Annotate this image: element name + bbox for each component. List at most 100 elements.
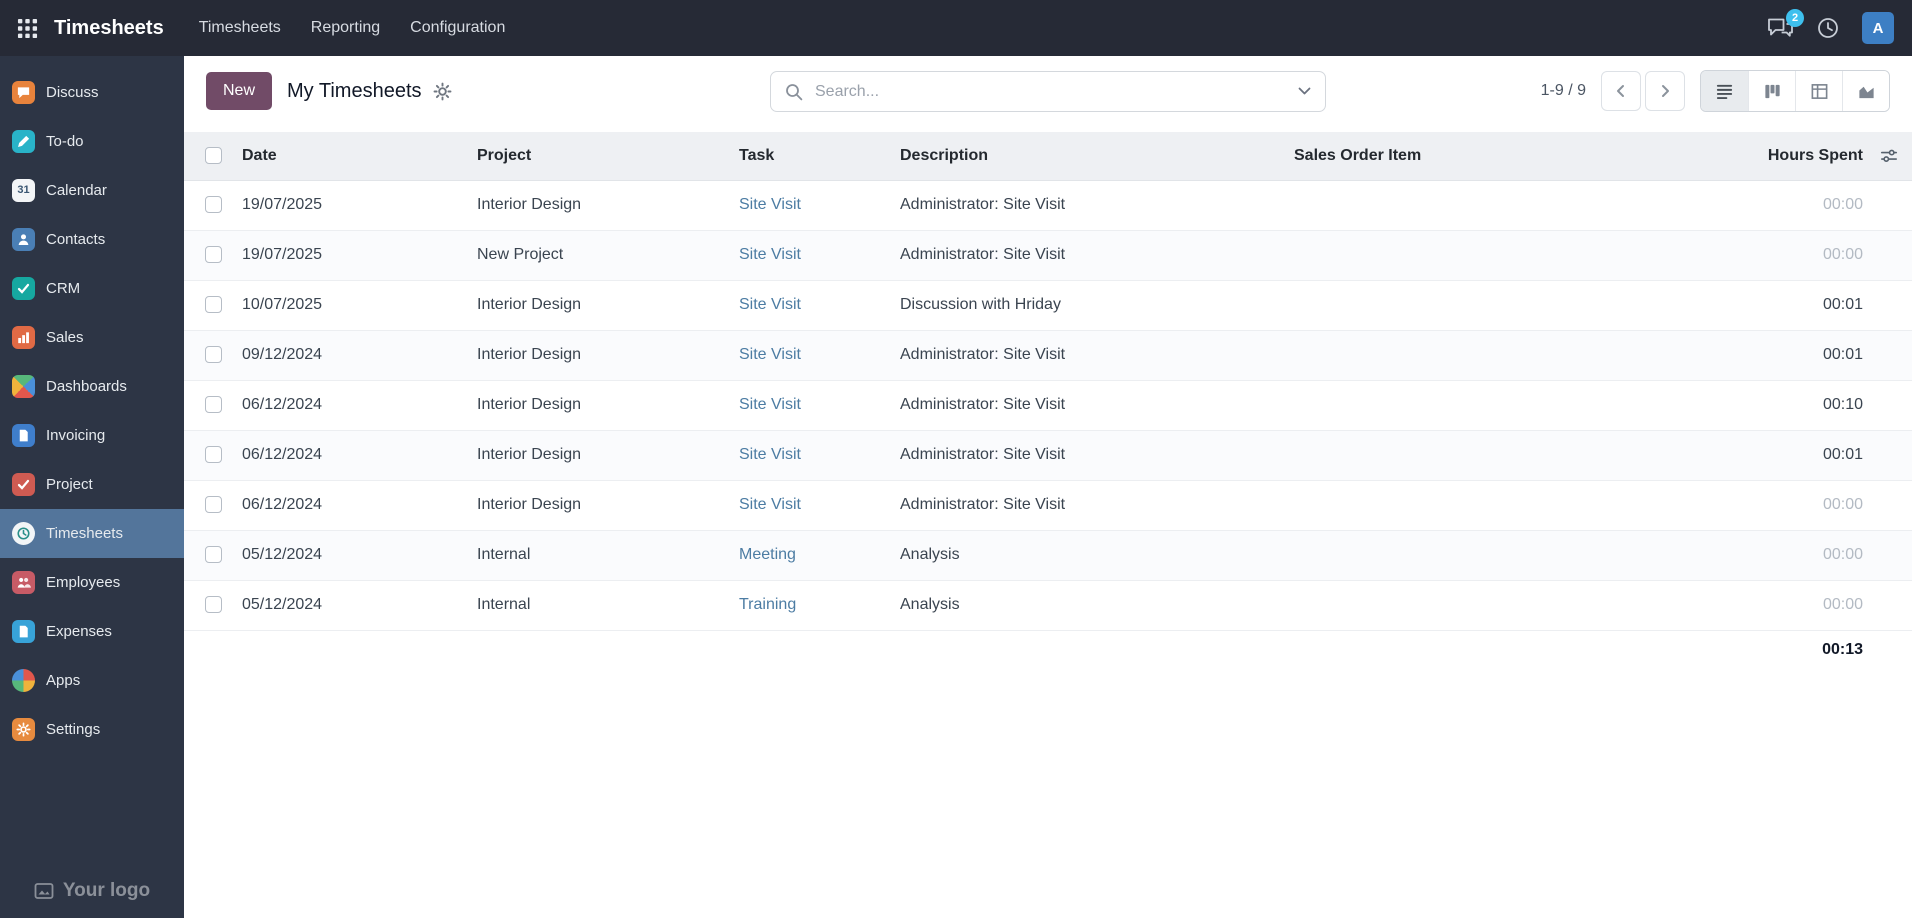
sidebar-item-contacts[interactable]: Contacts: [0, 215, 184, 264]
task-link[interactable]: Site Visit: [739, 196, 801, 213]
table-row[interactable]: 06/12/2024 Interior Design Site Visit Admin…: [184, 430, 1912, 481]
search-dropdown-toggle[interactable]: [1283, 72, 1325, 111]
column-header-sales-order-item[interactable]: Sales Order Item: [1294, 132, 1683, 181]
table-row[interactable]: 09/12/2024 Interior Design Site Visit Admin…: [184, 330, 1912, 381]
cell-description: Administrator: Site Visit: [900, 180, 1294, 231]
table-row[interactable]: 06/12/2024 Interior Design Site Visit Admin…: [184, 480, 1912, 531]
topbar-right: 2 A: [1767, 8, 1912, 44]
task-link[interactable]: Training: [739, 596, 796, 613]
cell-hours: 00:00: [1683, 530, 1873, 581]
cell-end: [1873, 530, 1912, 581]
list-view-icon: [1716, 84, 1733, 99]
cell-sales-order-item: [1294, 580, 1683, 631]
column-header-task[interactable]: Task: [739, 132, 900, 181]
cell-date: 06/12/2024: [242, 430, 477, 481]
cell-sales-order-item: [1294, 280, 1683, 331]
optional-columns-button[interactable]: [1873, 147, 1904, 165]
topnav-item-reporting[interactable]: Reporting: [298, 10, 393, 46]
activities-button[interactable]: [1816, 16, 1840, 40]
grid-icon: [17, 18, 37, 38]
cell-project: Interior Design: [477, 430, 739, 481]
cell-date: 06/12/2024: [242, 380, 477, 431]
sidebar-item-label: Discuss: [46, 84, 99, 101]
pager-previous-button[interactable]: [1601, 71, 1641, 111]
sidebar-item-project[interactable]: Project: [0, 460, 184, 509]
sidebar-item-label: Timesheets: [46, 525, 123, 542]
sidebar-item-label: Sales: [46, 329, 84, 346]
table-row[interactable]: 10/07/2025 Interior Design Site Visit Discu…: [184, 280, 1912, 331]
task-link[interactable]: Site Visit: [739, 396, 801, 413]
pivot-view-button[interactable]: [1795, 71, 1842, 111]
topnav-item-configuration[interactable]: Configuration: [397, 10, 518, 46]
table-row[interactable]: 06/12/2024 Interior Design Site Visit Admin…: [184, 380, 1912, 431]
row-checkbox[interactable]: [204, 446, 222, 464]
kanban-view-button[interactable]: [1748, 71, 1795, 111]
table-row[interactable]: 19/07/2025 Interior Design Site Visit Admin…: [184, 180, 1912, 231]
row-checkbox[interactable]: [204, 296, 222, 314]
chevron-left-icon: [1617, 85, 1624, 97]
chevron-down-icon: [1298, 87, 1310, 95]
task-link[interactable]: Site Visit: [739, 496, 801, 513]
sidebar-item-label: Settings: [46, 721, 101, 738]
new-button[interactable]: New: [206, 72, 273, 110]
column-header-hours-spent[interactable]: Hours Spent: [1683, 132, 1873, 181]
pager-next-button[interactable]: [1645, 71, 1685, 111]
sidebar-item-calendar[interactable]: 31 Calendar: [0, 166, 184, 215]
cell-hours: 00:00: [1683, 230, 1873, 281]
sidebar-item-crm[interactable]: CRM: [0, 264, 184, 313]
sidebar-item-dashboards[interactable]: Dashboards: [0, 362, 184, 411]
cell-hours: 00:00: [1683, 580, 1873, 631]
row-checkbox[interactable]: [204, 496, 222, 514]
user-avatar[interactable]: A: [1862, 12, 1894, 44]
select-all-checkbox[interactable]: [204, 147, 222, 165]
search-input[interactable]: [813, 81, 1283, 102]
actions-menu-button[interactable]: [433, 82, 452, 101]
app-title[interactable]: Timesheets: [54, 17, 164, 40]
task-link[interactable]: Site Visit: [739, 446, 801, 463]
cell-description: Administrator: Site Visit: [900, 380, 1294, 431]
sidebar-item-expenses[interactable]: Expenses: [0, 607, 184, 656]
row-checkbox[interactable]: [204, 596, 222, 614]
task-link[interactable]: Site Visit: [739, 246, 801, 263]
row-checkbox[interactable]: [204, 246, 222, 264]
table-row[interactable]: 19/07/2025 New Project Site Visit Administr…: [184, 230, 1912, 281]
topbar: Timesheets Timesheets Reporting Configurat…: [0, 0, 1912, 56]
graph-view-button[interactable]: [1842, 71, 1889, 111]
task-link[interactable]: Site Visit: [739, 296, 801, 313]
cell-end: [1873, 380, 1912, 431]
sidebar-item-invoicing[interactable]: Invoicing: [0, 411, 184, 460]
sidebar-item-timesheets[interactable]: Timesheets: [0, 509, 184, 558]
column-header-description[interactable]: Description: [900, 132, 1294, 181]
column-header-date[interactable]: Date: [242, 132, 477, 181]
messages-badge: 2: [1786, 8, 1804, 27]
main-content: New My Timesheets Search... 1-9 / 9 Date…: [184, 56, 1912, 918]
task-link[interactable]: Site Visit: [739, 346, 801, 363]
row-checkbox[interactable]: [204, 346, 222, 364]
employees-icon: [12, 571, 35, 594]
cell-project: Interior Design: [477, 480, 739, 531]
sidebar-menu: Discuss To-do 31 Calendar Contacts CRM Sales Da…: [0, 56, 184, 754]
table-row[interactable]: 05/12/2024 Internal Training Analysis 00:00: [184, 580, 1912, 631]
task-link[interactable]: Meeting: [739, 546, 796, 563]
cell-task: Site Visit: [739, 430, 900, 481]
sidebar-item-employees[interactable]: Employees: [0, 558, 184, 607]
cell-description: Analysis: [900, 580, 1294, 631]
sidebar-item-apps[interactable]: Apps: [0, 656, 184, 705]
column-header-project[interactable]: Project: [477, 132, 739, 181]
row-checkbox[interactable]: [204, 196, 222, 214]
cell-description: Administrator: Site Visit: [900, 230, 1294, 281]
apps-grid-icon[interactable]: [0, 18, 54, 39]
row-checkbox[interactable]: [204, 396, 222, 414]
sidebar-item-discuss[interactable]: Discuss: [0, 68, 184, 117]
table-row[interactable]: 05/12/2024 Internal Meeting Analysis 00:00: [184, 530, 1912, 581]
sidebar-item-sales[interactable]: Sales: [0, 313, 184, 362]
sidebar-item-settings[interactable]: Settings: [0, 705, 184, 754]
row-checkbox[interactable]: [204, 546, 222, 564]
sidebar-item-label: Employees: [46, 574, 121, 591]
list-view-button[interactable]: [1701, 71, 1748, 111]
dashboards-icon: [12, 375, 35, 398]
page-title[interactable]: My Timesheets: [287, 80, 421, 103]
messages-button[interactable]: 2: [1767, 8, 1804, 40]
sidebar-item-to-do[interactable]: To-do: [0, 117, 184, 166]
topnav-item-timesheets[interactable]: Timesheets: [186, 10, 294, 46]
